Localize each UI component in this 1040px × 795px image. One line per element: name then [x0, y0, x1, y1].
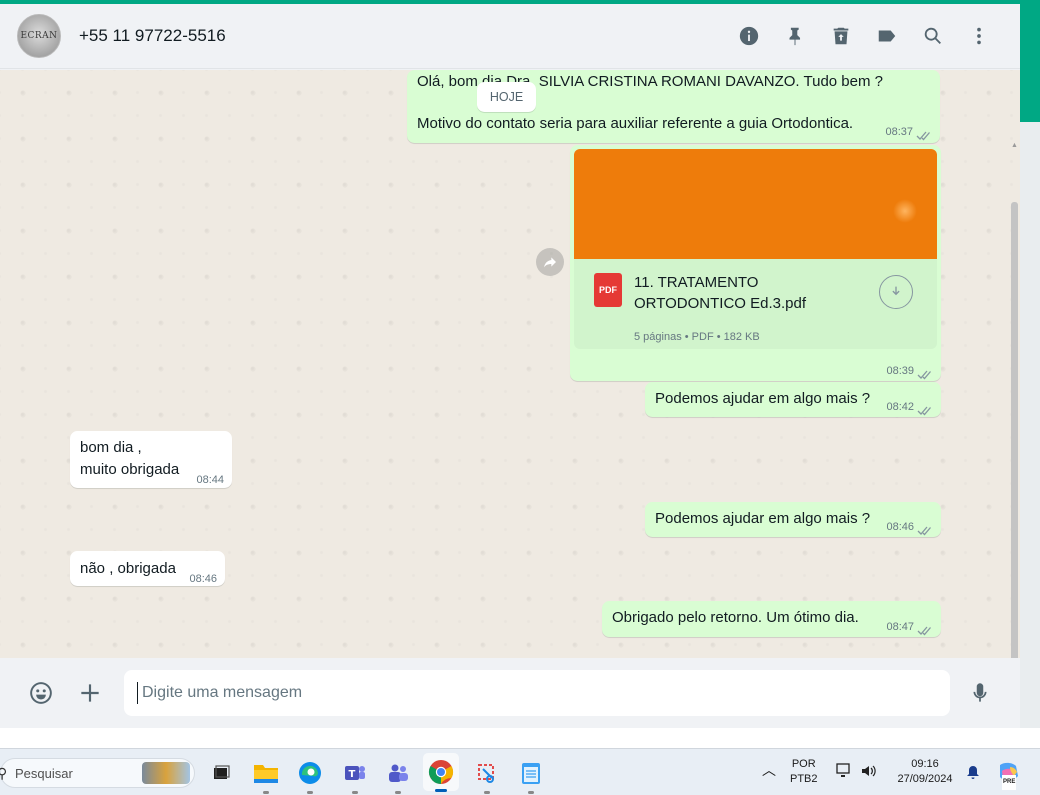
file-explorer-icon[interactable]	[251, 758, 281, 794]
snipping-tool-icon[interactable]	[472, 758, 502, 794]
info-icon[interactable]	[726, 16, 772, 56]
message-text: Podemos ajudar em algo mais ?	[655, 390, 871, 407]
header-actions	[726, 16, 1002, 56]
message-outgoing[interactable]: Obrigado pelo retorno. Um ótimo dia. 08:…	[602, 601, 941, 637]
message-outgoing[interactable]: Podemos ajudar em algo mais ? 08:42	[645, 382, 941, 417]
message-time: 08:46	[189, 573, 217, 585]
message-input[interactable]	[124, 670, 950, 716]
pdf-file-icon: PDF	[594, 273, 622, 307]
read-ticks-icon	[916, 127, 932, 141]
window-gap	[0, 728, 1040, 748]
plus-icon[interactable]	[70, 673, 110, 713]
chat-header: ECRAN +55 11 97722-5516	[0, 4, 1020, 69]
forward-icon[interactable]	[536, 248, 564, 276]
message-outgoing[interactable]: Podemos ajudar em algo mais ? 08:46	[645, 502, 941, 537]
message-outgoing-document[interactable]: PDF 11. TRATAMENTO ORTODONTICO Ed.3.pdf …	[570, 145, 941, 381]
copilot-icon[interactable]: PRE	[996, 761, 1022, 790]
chrome-icon[interactable]	[423, 753, 459, 792]
text-caret	[137, 682, 138, 704]
copilot-badge: PRE	[1002, 775, 1017, 790]
scrollbar-thumb[interactable]	[1011, 202, 1018, 658]
taskbar-search[interactable]: ⚲ Pesquisar	[0, 758, 195, 788]
language-indicator[interactable]: POR PTB2	[790, 757, 818, 787]
message-incoming[interactable]: bom dia , muito obrigada 08:44	[70, 431, 232, 488]
message-time: 08:42	[886, 401, 914, 413]
read-ticks-icon	[917, 366, 933, 380]
contact-avatar[interactable]: ECRAN	[17, 14, 61, 58]
microphone-icon[interactable]	[960, 673, 1000, 713]
windows-taskbar: ⚲ Pesquisar T ︿ POR PTB2 09:16 27/09/202…	[0, 748, 1040, 795]
clock-date: 27/09/2024	[897, 773, 953, 785]
clock[interactable]: 09:16 27/09/2024	[893, 757, 957, 787]
document-meta: 5 páginas • PDF • 182 KB	[634, 331, 760, 343]
menu-icon[interactable]	[956, 16, 1002, 56]
message-composer	[0, 658, 1020, 728]
message-text: Obrigado pelo retorno. Um ótimo dia.	[612, 609, 859, 626]
document-preview[interactable]	[574, 149, 937, 259]
contact-name[interactable]: +55 11 97722-5516	[79, 26, 226, 46]
message-text: Motivo do contato seria para auxiliar re…	[417, 115, 854, 132]
task-view-icon[interactable]	[206, 758, 236, 788]
delete-icon[interactable]	[818, 16, 864, 56]
message-text: não , obrigada	[80, 560, 176, 577]
message-time: 08:47	[886, 621, 914, 633]
read-ticks-icon	[917, 622, 933, 636]
pin-icon[interactable]	[772, 16, 818, 56]
message-time: 08:44	[196, 474, 224, 486]
volume-icon[interactable]	[860, 763, 876, 784]
scroll-up-icon[interactable]: ▲	[1011, 142, 1018, 150]
svg-text:T: T	[349, 769, 356, 780]
teams-icon[interactable]	[383, 758, 413, 794]
message-time: 08:39	[886, 365, 914, 377]
chevron-up-icon[interactable]: ︿	[762, 763, 776, 778]
document-card[interactable]: PDF 11. TRATAMENTO ORTODONTICO Ed.3.pdf …	[574, 259, 937, 349]
search-icon[interactable]	[910, 16, 956, 56]
label-icon[interactable]	[864, 16, 910, 56]
background-window-accent	[1020, 0, 1040, 122]
download-icon[interactable]	[879, 275, 913, 309]
avatar-text: ECRAN	[20, 31, 58, 41]
search-icon: ⚲	[0, 765, 8, 781]
message-incoming[interactable]: não , obrigada 08:46	[70, 551, 225, 586]
background-window	[1020, 122, 1040, 747]
teams-classic-icon[interactable]: T	[340, 758, 370, 794]
message-time: 08:46	[886, 521, 914, 533]
message-text: bom dia ,	[80, 439, 142, 456]
message-text: Podemos ajudar em algo mais ?	[655, 510, 871, 527]
read-ticks-icon	[917, 522, 933, 536]
message-text: muito obrigada	[80, 461, 180, 478]
edge-icon[interactable]	[295, 758, 325, 794]
notification-bell-icon[interactable]	[966, 765, 980, 779]
message-time: 08:37	[885, 126, 913, 138]
taskbar-search-label: Pesquisar	[15, 765, 73, 781]
notepad-icon[interactable]	[516, 758, 546, 794]
emoji-icon[interactable]	[21, 673, 61, 713]
read-ticks-icon	[917, 402, 933, 416]
date-divider: HOJE	[477, 82, 536, 112]
document-name: 11. TRATAMENTO ORTODONTICO Ed.3.pdf	[634, 274, 806, 312]
clock-time: 09:16	[911, 758, 939, 770]
search-highlight-image	[142, 762, 190, 784]
network-icon[interactable]	[836, 763, 854, 784]
